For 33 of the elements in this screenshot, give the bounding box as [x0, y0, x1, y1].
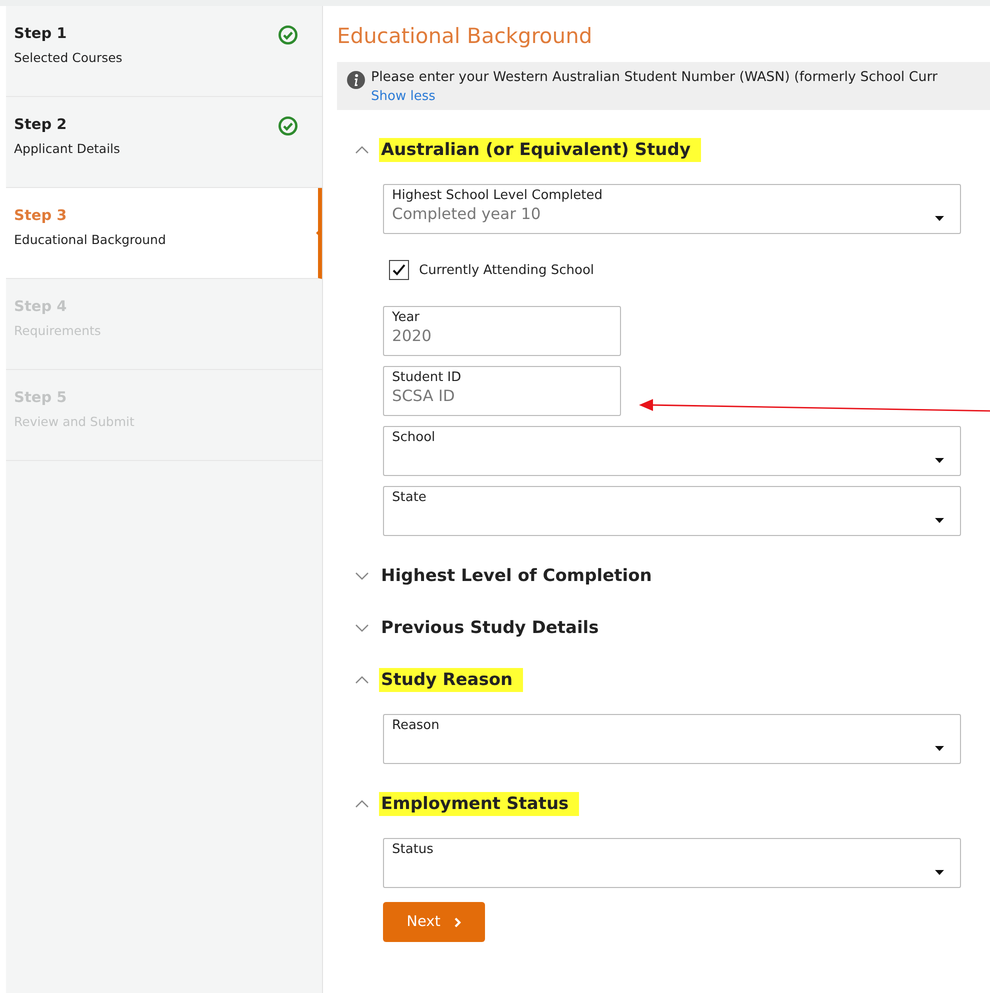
section-title[interactable]: Highest Level of Completion: [379, 564, 662, 588]
dropdown-field[interactable]: State: [383, 486, 961, 536]
chevron-right-icon: [454, 916, 462, 928]
chevron-up-icon[interactable]: [355, 799, 369, 809]
step-item[interactable]: Step 1 Selected Courses: [6, 6, 322, 97]
check-circle-icon: [278, 25, 298, 45]
caret-icon: [935, 216, 944, 221]
section-title[interactable]: Employment Status: [379, 792, 579, 816]
check-circle-icon: [278, 116, 298, 136]
checkbox[interactable]: [389, 260, 409, 280]
input-field[interactable]: Year 2020: [383, 306, 621, 356]
page-title: Educational Background: [337, 24, 594, 48]
step-item[interactable]: Step 3 Educational Background: [6, 188, 322, 279]
show-less-link[interactable]: Show less: [371, 89, 436, 104]
caret-icon: [935, 746, 944, 751]
dropdown-field[interactable]: School: [383, 426, 961, 476]
section-title[interactable]: Study Reason: [379, 668, 523, 692]
caret-icon: [935, 458, 944, 463]
chevron-down-icon[interactable]: [355, 571, 369, 581]
chevron-up-icon[interactable]: [355, 675, 369, 685]
dropdown-field[interactable]: Highest School Level Completed Completed year 10: [383, 184, 961, 234]
section-title[interactable]: Previous Study Details: [379, 616, 609, 640]
dropdown-field[interactable]: Reason: [383, 714, 961, 764]
caret-icon: [935, 518, 944, 523]
info-text: Please enter your Western Australian Student Number (WASN) (formerly School Curr: [371, 70, 938, 85]
chevron-down-icon[interactable]: [355, 623, 369, 633]
caret-icon: [935, 870, 944, 875]
checkbox-label: Currently Attending School: [419, 262, 594, 278]
info-icon: [347, 71, 365, 89]
dropdown-field[interactable]: Status: [383, 838, 961, 888]
input-field[interactable]: Student ID SCSA ID: [383, 366, 621, 416]
section-title[interactable]: Australian (or Equivalent) Study: [379, 138, 701, 162]
chevron-up-icon[interactable]: [355, 145, 369, 155]
